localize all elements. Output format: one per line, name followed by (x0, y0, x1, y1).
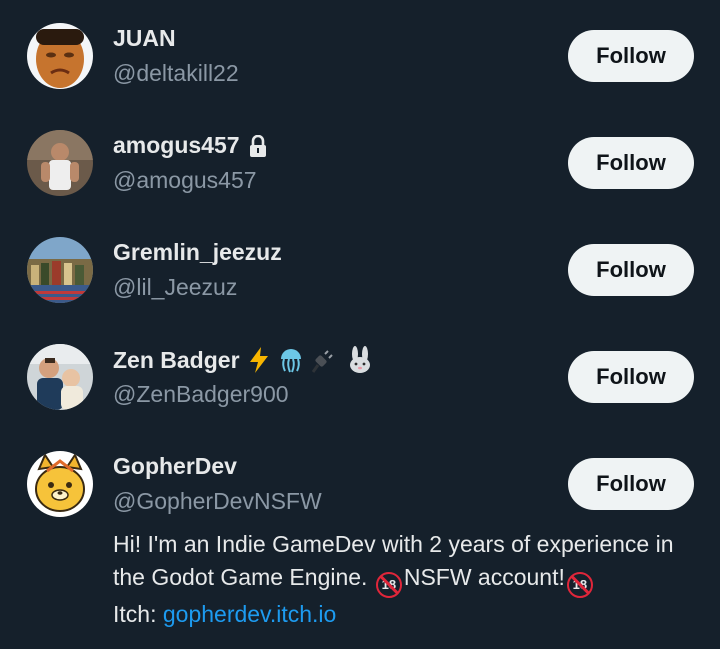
avatar[interactable] (27, 451, 93, 517)
lock-icon (248, 134, 268, 157)
avatar[interactable] (27, 130, 93, 196)
display-name-text: GopherDev (113, 453, 237, 479)
display-name: amogus457 (113, 132, 268, 159)
display-name: JUAN (113, 25, 176, 52)
user-handle: @ZenBadger900 (113, 381, 289, 407)
lightning-icon (248, 347, 270, 373)
no-under-18-icon: 18 (566, 571, 593, 598)
itch-link[interactable]: gopherdev.itch.io (163, 601, 336, 627)
user-row-amogus457[interactable]: amogus457 @amogus457 Follow (0, 110, 720, 217)
follow-button[interactable]: Follow (568, 351, 694, 403)
user-handle: @GopherDevNSFW (113, 488, 322, 514)
display-name: GopherDev (113, 453, 237, 480)
follow-button[interactable]: Follow (568, 244, 694, 296)
rabbit-icon (346, 346, 374, 374)
no-under-18-icon: 18 (375, 571, 402, 598)
follow-button[interactable]: Follow (568, 458, 694, 510)
display-name-text: Gremlin_jeezuz (113, 239, 282, 265)
avatar[interactable] (27, 344, 93, 410)
user-handle: @deltakill22 (113, 60, 239, 86)
avatar[interactable] (27, 23, 93, 89)
user-row-zen-badger[interactable]: Zen Badger @ZenBadger900 Follow (0, 324, 720, 431)
badge-text: 18 (572, 577, 588, 592)
bio-nsfw-text: NSFW account! (403, 564, 565, 590)
user-handle: @lil_Jeezuz (113, 274, 238, 300)
follow-button[interactable]: Follow (568, 137, 694, 189)
display-name-text: Zen Badger (113, 346, 240, 373)
badge-text: 18 (381, 577, 397, 592)
display-name: Gremlin_jeezuz (113, 239, 282, 266)
user-bio: Hi! I'm an Indie GameDev with 2 years of… (113, 528, 703, 631)
plug-icon (311, 347, 338, 373)
bio-itch-label: Itch: (113, 600, 163, 627)
display-name-text: amogus457 (113, 132, 240, 158)
avatar[interactable] (27, 237, 93, 303)
user-row-gremlin-jeezuz[interactable]: Gremlin_jeezuz @lil_Jeezuz Follow (0, 217, 720, 324)
display-name-text: JUAN (113, 25, 176, 51)
user-row-juan[interactable]: JUAN @deltakill22 Follow (0, 0, 720, 110)
display-name: Zen Badger (113, 346, 374, 374)
user-handle: @amogus457 (113, 167, 257, 193)
jellyfish-icon (278, 347, 304, 373)
follow-button[interactable]: Follow (568, 30, 694, 82)
